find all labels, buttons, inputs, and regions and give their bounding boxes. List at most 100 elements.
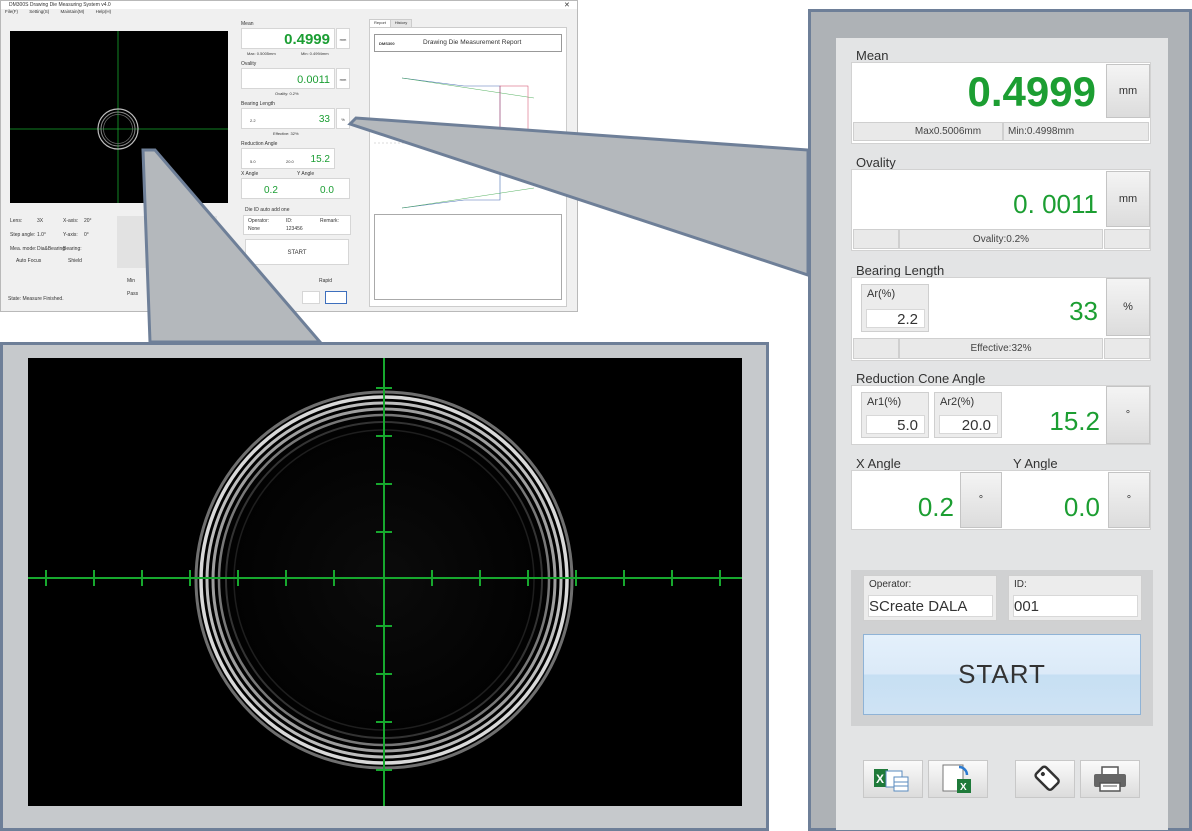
mini-ovality-value: 0.0011 (297, 74, 330, 86)
bearing-value: 33 (1069, 296, 1098, 326)
x-angle-unit-button[interactable]: ° (960, 472, 1002, 528)
mini-ovality-bar: Ovality: 0.2% (275, 91, 299, 96)
menu-maintain[interactable]: Maintain(M) (61, 9, 85, 14)
mini-mean-card: 0.4999 (241, 28, 335, 49)
mini-pass-label: Pass (127, 291, 139, 297)
mini-yaxis-select[interactable]: 0° (84, 232, 89, 238)
mini-motion-pad[interactable] (117, 216, 217, 268)
id-label: ID: (1014, 579, 1027, 590)
print-button[interactable] (1080, 760, 1140, 798)
excel-export-button[interactable]: X (863, 760, 923, 798)
camera-view (28, 358, 742, 806)
mini-reduction-ar1[interactable]: 5.0 (250, 159, 256, 164)
id-field[interactable]: ID: 001 (1008, 575, 1142, 621)
mini-operator-label: Operator: (248, 218, 270, 224)
mini-step-label: Step angle: (10, 232, 36, 238)
bearing-bar: Effective:32% (899, 338, 1103, 359)
bearing-label: Bearing Length (856, 263, 945, 278)
id-value[interactable]: 001 (1013, 595, 1138, 617)
app-window: DM300S Drawing Die Measuring System v4.0… (0, 0, 578, 312)
mini-bearing-unit[interactable]: % (336, 108, 350, 129)
bearing-ar-field[interactable]: Ar(%) 2.2 (861, 284, 929, 332)
mini-shield[interactable]: Shield (68, 258, 82, 264)
menu-file[interactable]: File(F) (5, 9, 18, 14)
svg-text:X: X (960, 782, 967, 793)
mini-bearing-ar[interactable]: 2.2 (250, 118, 256, 123)
mini-rapid[interactable]: Rapid (319, 278, 332, 284)
mini-x-angle-value: 0.2 (264, 185, 278, 196)
report-table (374, 214, 562, 300)
ovality-label: Ovality (856, 155, 896, 170)
ovality-bar: Ovality:0.2% (899, 229, 1103, 249)
menu-setting[interactable]: Setting(S) (29, 9, 49, 14)
mini-auto-focus[interactable]: Auto Focus (16, 258, 41, 264)
reduction-ar1-label: Ar1(%) (867, 396, 902, 408)
mini-reduction-value: 15.2 (310, 154, 330, 165)
reduction-unit-button[interactable]: ° (1106, 386, 1150, 444)
mini-lens-select[interactable]: 3X (37, 218, 43, 224)
mini-reduction-ar2[interactable]: 20.0 (286, 159, 294, 164)
mini-ovality-unit[interactable]: mm (336, 68, 350, 89)
bearing-bar-left (853, 338, 899, 359)
mini-mean-value: 0.4999 (284, 31, 330, 48)
ovality-bar-left (853, 229, 899, 249)
mini-mode-select[interactable]: Dia&Bearing (37, 246, 65, 252)
bearing-unit-button[interactable]: % (1106, 278, 1150, 336)
operator-label: Operator: (869, 579, 912, 590)
mini-ovality-label: Ovality (241, 61, 257, 67)
mini-measure-column: Mean 0.4999 mm Max: 0.5005mm Min: 0.4994… (239, 19, 353, 309)
mini-xaxis-label: X-axis: (63, 218, 79, 224)
mini-remark-label: Remark: (320, 218, 339, 224)
mini-print-button[interactable] (325, 291, 347, 304)
mini-auto-id[interactable]: Die ID auto add one (245, 207, 289, 213)
mini-id-value[interactable]: 123456 (286, 226, 303, 232)
close-icon[interactable]: ✕ (564, 1, 570, 9)
operator-value[interactable]: SCreate DALA (868, 595, 993, 617)
reduction-ar1-field[interactable]: Ar1(%) 5.0 (861, 392, 929, 438)
mini-tag-button[interactable] (302, 291, 320, 304)
excel-open-button[interactable]: X (928, 760, 988, 798)
reduction-ar2-field[interactable]: Ar2(%) 20.0 (934, 392, 1002, 438)
mini-step-select[interactable]: 1.0° (37, 232, 46, 238)
reduction-ar1-value[interactable]: 5.0 (866, 415, 925, 434)
mean-min: Min:0.4998mm (1003, 122, 1149, 141)
mini-mean-unit[interactable]: mm (336, 28, 350, 49)
reduction-ar2-value[interactable]: 20.0 (939, 415, 998, 434)
operator-field[interactable]: Operator: SCreate DALA (863, 575, 997, 621)
mini-bearing-value: 33 (318, 114, 330, 125)
mean-label: Mean (856, 48, 889, 63)
bearing-bar-right (1104, 338, 1150, 359)
tag-button[interactable] (1015, 760, 1075, 798)
mini-x-angle-label: X Angle (241, 171, 259, 177)
menu-bar: File(F) Setting(S) Maintain(M) Help(H) (1, 9, 577, 15)
ovality-unit-button[interactable]: mm (1106, 171, 1150, 227)
mini-status: State: Measure Finished. (8, 296, 64, 302)
bearing-ar-value[interactable]: 2.2 (866, 309, 925, 328)
mean-unit-button[interactable]: mm (1106, 64, 1150, 118)
window-title: DM300S Drawing Die Measuring System v4.0 (9, 2, 111, 8)
mini-reduction-card: 5.0 20.0 15.2 (241, 148, 335, 169)
y-angle-label: Y Angle (1013, 456, 1058, 471)
mini-ovality-card: 0.0011 (241, 68, 335, 89)
report-header: DMS300 Drawing Die Measurement Report (374, 34, 562, 52)
mini-xaxis-select[interactable]: 20° (84, 218, 92, 224)
y-angle-unit-button[interactable]: ° (1108, 472, 1150, 528)
svg-text:X: X (876, 772, 884, 786)
mini-mean-label: Mean (241, 21, 254, 27)
mini-y-angle-label: Y Angle (297, 171, 315, 177)
menu-help[interactable]: Help(H) (96, 9, 112, 14)
start-button[interactable]: START (863, 634, 1141, 715)
mini-start-button[interactable]: START (245, 239, 349, 265)
mini-id-label: ID: (286, 218, 293, 224)
reduction-label: Reduction Cone Angle (856, 371, 986, 386)
mini-bearing-bar: Effective: 32% (273, 131, 299, 136)
mini-yaxis-label: Y-axis: (63, 232, 78, 238)
mini-bearing-card: 2.2 33 (241, 108, 335, 129)
mini-mode-label: Mea. mode: (10, 246, 37, 252)
mini-bearing-label: Bearing Length (241, 101, 275, 107)
tag-icon (1034, 765, 1060, 792)
die-ring-image (28, 358, 742, 806)
mini-operator-card: Operator: None ID: 123456 Remark: (243, 215, 351, 235)
mini-operator-value[interactable]: None (248, 226, 260, 232)
mini-mean-min: Min: 0.4994mm (301, 51, 329, 56)
